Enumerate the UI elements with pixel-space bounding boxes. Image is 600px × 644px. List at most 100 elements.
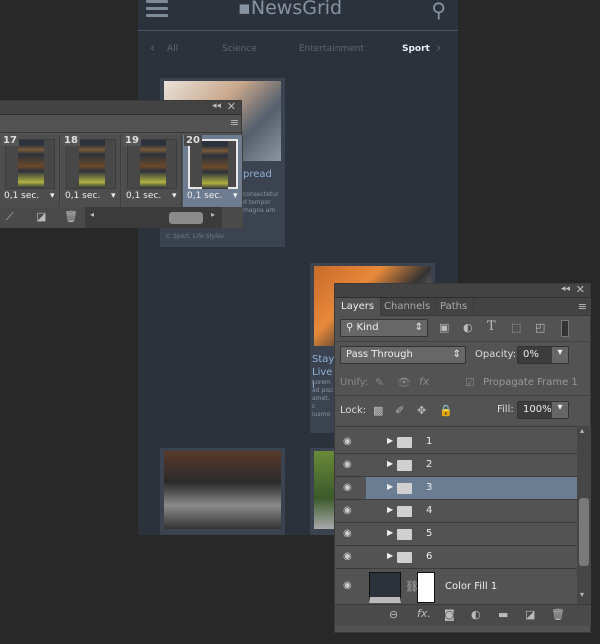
animation-frame[interactable]: 17 0,1 sec. ▾ [0,135,60,207]
nav-item-entertainment[interactable]: Entertainment [299,44,364,54]
unify-position-icon[interactable]: ✎ [375,376,384,389]
expand-arrow-icon[interactable]: ▶ [387,436,393,445]
fx-icon[interactable]: fx. [417,607,431,620]
add-mask-icon[interactable]: ◙ [444,608,455,621]
new-group-icon[interactable]: ▬ [498,608,508,621]
smart-object-filter-icon[interactable]: ◰ [535,321,545,334]
horizontal-scrollbar[interactable]: ◂ ▸ [85,207,222,228]
visibility-eye-icon[interactable]: ◉ [343,436,352,447]
visibility-eye-icon[interactable]: ◉ [343,528,352,539]
tab-layers[interactable]: Layers [335,298,382,316]
lock-image-icon[interactable]: ✐ [395,404,404,417]
scroll-up-icon[interactable]: ▴ [580,426,584,435]
folder-icon [397,437,412,448]
expand-arrow-icon[interactable]: ▶ [387,459,393,468]
tab-paths[interactable]: Paths [434,298,475,316]
panel-menu-icon[interactable]: ≡ [578,300,587,313]
fill-input[interactable]: 100% ▾ [517,401,569,419]
layer-group-3[interactable]: ◉ ▶ 3 [335,477,577,500]
layer-group-1[interactable]: ◉ ▶ 1 [335,431,577,454]
new-layer-icon[interactable]: ◪ [525,608,535,621]
layer-group-5[interactable]: ◉ ▶ 5 [335,523,577,546]
visibility-eye-icon[interactable]: ◉ [343,551,352,562]
fill-label[interactable]: Fill: [497,404,514,415]
adjustment-layer-icon[interactable]: ◐ [471,608,481,621]
scroll-thumb[interactable] [579,498,589,566]
layer-group-4[interactable]: ◉ ▶ 4 [335,500,577,523]
scroll-thumb[interactable] [169,212,203,224]
tween-icon[interactable]: ⟋ [6,210,14,224]
opacity-label[interactable]: Opacity: [475,349,516,360]
opacity-input[interactable]: 0% ▾ [517,346,569,364]
layer-mask-thumbnail [417,572,435,603]
filter-kind-select[interactable]: ⚲ Kind ⇕ [340,319,428,337]
expand-arrow-icon[interactable]: ▶ [387,505,393,514]
layer-thumbnail [369,572,401,603]
animation-frame[interactable]: 18 0,1 sec. ▾ [61,135,121,207]
expand-arrow-icon[interactable]: ▶ [387,551,393,560]
scroll-right-icon[interactable]: ▸ [211,210,215,219]
expand-arrow-icon[interactable]: ▶ [387,482,393,491]
visibility-eye-icon[interactable]: ◉ [343,482,352,493]
unify-style-icon[interactable]: fx [419,375,429,388]
layer-color-fill[interactable]: ◉ ⛓ Color Fill 1 [335,569,577,604]
close-icon[interactable]: ✕ [576,283,585,296]
close-icon[interactable]: ✕ [227,100,236,113]
visibility-eye-icon[interactable]: ◉ [343,580,352,591]
folder-icon [397,529,412,540]
folder-icon [397,506,412,517]
tab-channels[interactable]: Channels [378,298,438,316]
panel-menu-bar: ≡ [0,115,243,133]
card-text: Lorem ad pisc amet, c iusmo [312,379,334,418]
collapse-icon[interactable]: ◂◂ [561,284,570,294]
link-layers-icon[interactable]: ⊖ [389,608,398,621]
unify-label: Unify: [340,377,369,388]
trash-icon[interactable]: 🗑 [64,210,78,223]
propagate-label: Propagate Frame 1 [483,377,578,388]
expand-arrow-icon[interactable]: ▶ [387,528,393,537]
unify-visibility-icon[interactable]: 👁 [397,376,411,389]
timeline-toolbar: ⟋ ◪ 🗑 ◂ ▸ [0,207,243,228]
folder-icon [397,483,412,494]
scroll-down-icon[interactable]: ▾ [580,590,584,599]
card-title: pread [243,169,272,180]
panel-menu-icon[interactable]: ≡ [230,116,239,129]
collapse-icon[interactable]: ◂◂ [212,101,221,111]
layer-group-6[interactable]: ◉ ▶ 6 [335,546,577,569]
panel-titlebar: ◂◂ ✕ [0,100,241,115]
chevron-left-icon[interactable]: ‹ [150,41,155,56]
filter-toggle[interactable] [561,320,569,337]
lock-position-icon[interactable]: ✥ [417,404,426,417]
lock-transparent-icon[interactable]: ▩ [373,404,383,417]
lock-all-icon[interactable]: 🔒 [439,404,453,417]
nav-item-all[interactable]: All [167,44,178,54]
animation-frame[interactable]: 19 0,1 sec. ▾ [122,135,182,207]
nav-item-science[interactable]: Science [222,44,257,54]
card-image [164,451,281,529]
lock-label: Lock: [340,405,367,416]
category-nav: ‹ All Science Entertainment Sport › [138,41,458,60]
news-card[interactable] [160,448,285,535]
adjustment-filter-icon[interactable]: ◐ [463,321,473,334]
visibility-eye-icon[interactable]: ◉ [343,459,352,470]
timeline-panel: ◂◂ ✕ ≡ 17 0,1 sec. ▾ 18 0,1 sec. ▾ 19 0,1 sec… [0,100,243,228]
shape-filter-icon[interactable]: ⬚ [511,321,521,334]
trash-icon[interactable]: 🗑 [551,608,565,621]
nav-item-sport[interactable]: Sport [402,44,430,54]
scroll-left-icon[interactable]: ◂ [90,210,94,219]
search-icon[interactable]: ⚲ [431,0,446,22]
type-filter-icon[interactable]: T [487,319,496,334]
card-image [314,451,336,529]
vertical-scrollbar[interactable]: ▴ ▾ [577,426,591,604]
propagate-checkbox[interactable]: ☑ [465,376,475,389]
blend-mode-select[interactable]: Pass Through ⇕ [340,346,466,364]
layer-group-2[interactable]: ◉ ▶ 2 [335,454,577,477]
image-filter-icon[interactable]: ▣ [439,321,449,334]
card-text: consectetur d tempor magna am [243,191,279,214]
animation-frame-selected[interactable]: 20 0,1 sec. ▾ [183,135,243,207]
panel-titlebar: ◂◂ ✕ [335,283,590,298]
chevron-right-icon[interactable]: › [436,41,441,56]
hamburger-menu-icon[interactable] [146,0,168,18]
visibility-eye-icon[interactable]: ◉ [343,505,352,516]
duplicate-frame-icon[interactable]: ◪ [36,210,46,223]
